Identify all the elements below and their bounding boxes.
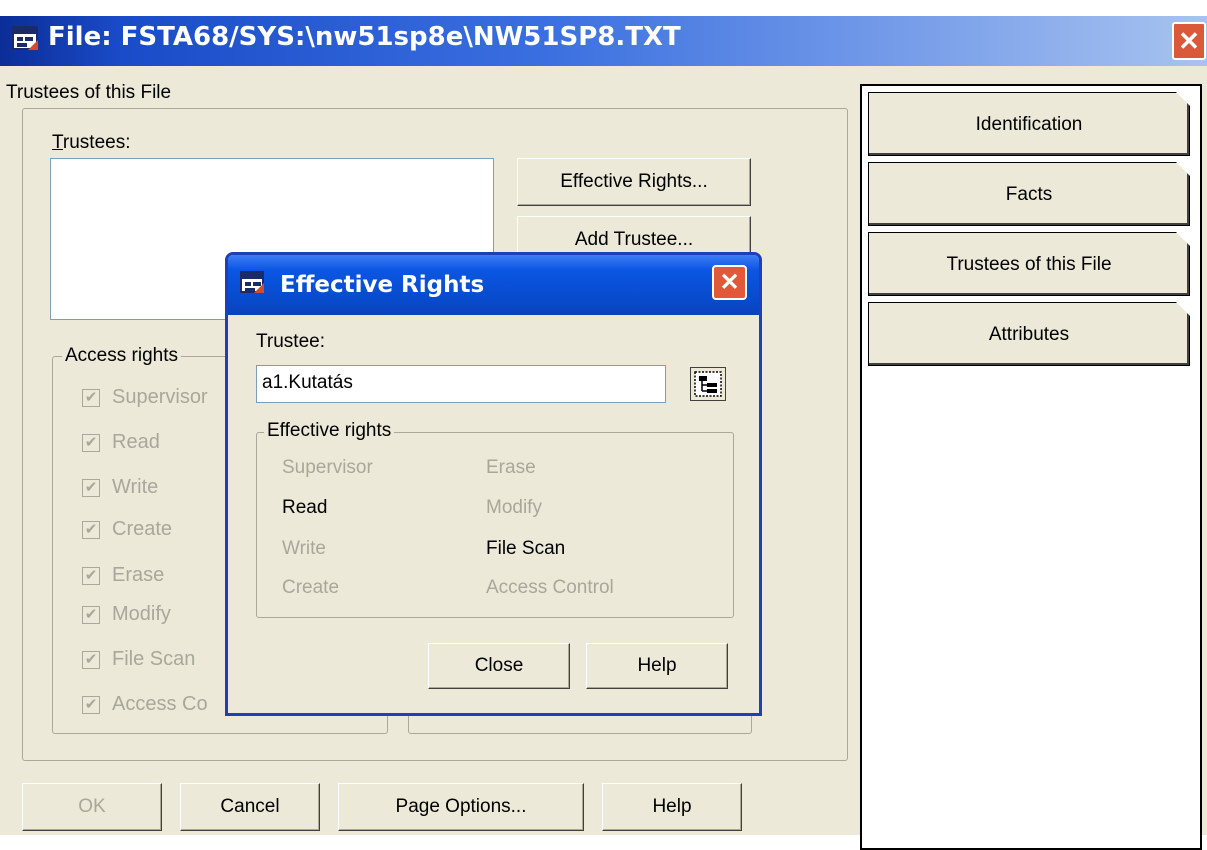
dialog-app-icon [240,271,264,293]
browse-tree-icon [694,371,722,397]
effective-rights-button[interactable]: Effective Rights... [517,158,751,206]
browse-button[interactable] [690,367,726,401]
page-heading: Trustees of this File [6,82,172,103]
access-right-checkbox[interactable]: ✔ [82,479,100,497]
access-right-checkbox[interactable]: ✔ [82,434,100,452]
access-right-label: Erase [112,564,165,586]
effective-right-item: Create [282,577,340,598]
effective-right-item: Supervisor [282,457,373,478]
effective-right-item: Erase [486,457,536,478]
tab-facts[interactable]: Facts [868,162,1190,226]
access-right-label: Write [112,476,159,498]
tab-identification[interactable]: Identification [868,92,1190,156]
effective-rights-legend: Effective rights [264,420,395,442]
help-button[interactable]: Help [602,783,742,831]
access-right-label: Modify [112,603,171,625]
trustee-label: Trustee: [256,331,325,352]
access-right-checkbox[interactable]: ✔ [82,567,100,585]
page-options-button[interactable]: Page Options... [338,783,584,831]
app-icon [12,26,38,50]
access-right-checkbox[interactable]: ✔ [82,696,100,714]
access-right-label: File Scan [112,648,196,670]
ok-button[interactable]: OK [22,783,162,831]
close-icon: ✕ [1178,26,1200,56]
close-icon: ✕ [719,269,740,296]
tab-attributes[interactable]: Attributes [868,302,1190,366]
cancel-button[interactable]: Cancel [180,783,320,831]
effective-right-item: Write [282,538,326,559]
window-titlebar[interactable]: File: FSTA68/SYS:\nw51sp8e\NW51SP8.TXT ✕ [0,0,1207,66]
window-title: File: FSTA68/SYS:\nw51sp8e\NW51SP8.TXT [48,22,681,52]
effective-rights-dialog: Effective Rights ✕ Trustee: a1.Kutatás E… [225,252,762,716]
effective-right-item: Access Control [486,577,614,598]
access-right-label: Supervisor [112,386,208,408]
access-right-label: Read [112,431,160,453]
access-right-checkbox[interactable]: ✔ [82,606,100,624]
access-right-checkbox[interactable]: ✔ [82,651,100,669]
effective-right-item: Read [282,497,328,518]
tab-trustees-of-this-file[interactable]: Trustees of this File [868,232,1190,296]
effective-right-item: Modify [486,497,542,518]
dialog-close-button[interactable]: ✕ [712,265,747,300]
effective-right-item: File Scan [486,538,566,559]
dialog-close-text-button[interactable]: Close [428,643,570,689]
trustees-label: Trustees: [52,132,131,153]
access-right-checkbox[interactable]: ✔ [82,389,100,407]
dialog-help-button[interactable]: Help [586,643,728,689]
trustee-input[interactable]: a1.Kutatás [256,365,666,403]
access-right-checkbox[interactable]: ✔ [82,521,100,539]
window-close-button[interactable]: ✕ [1172,22,1206,60]
access-right-label: Access Co [112,693,208,715]
access-rights-legend: Access rights [62,345,181,367]
access-right-label: Create [112,518,173,540]
dialog-title: Effective Rights [280,272,485,298]
dialog-titlebar[interactable]: Effective Rights ✕ [228,255,759,315]
